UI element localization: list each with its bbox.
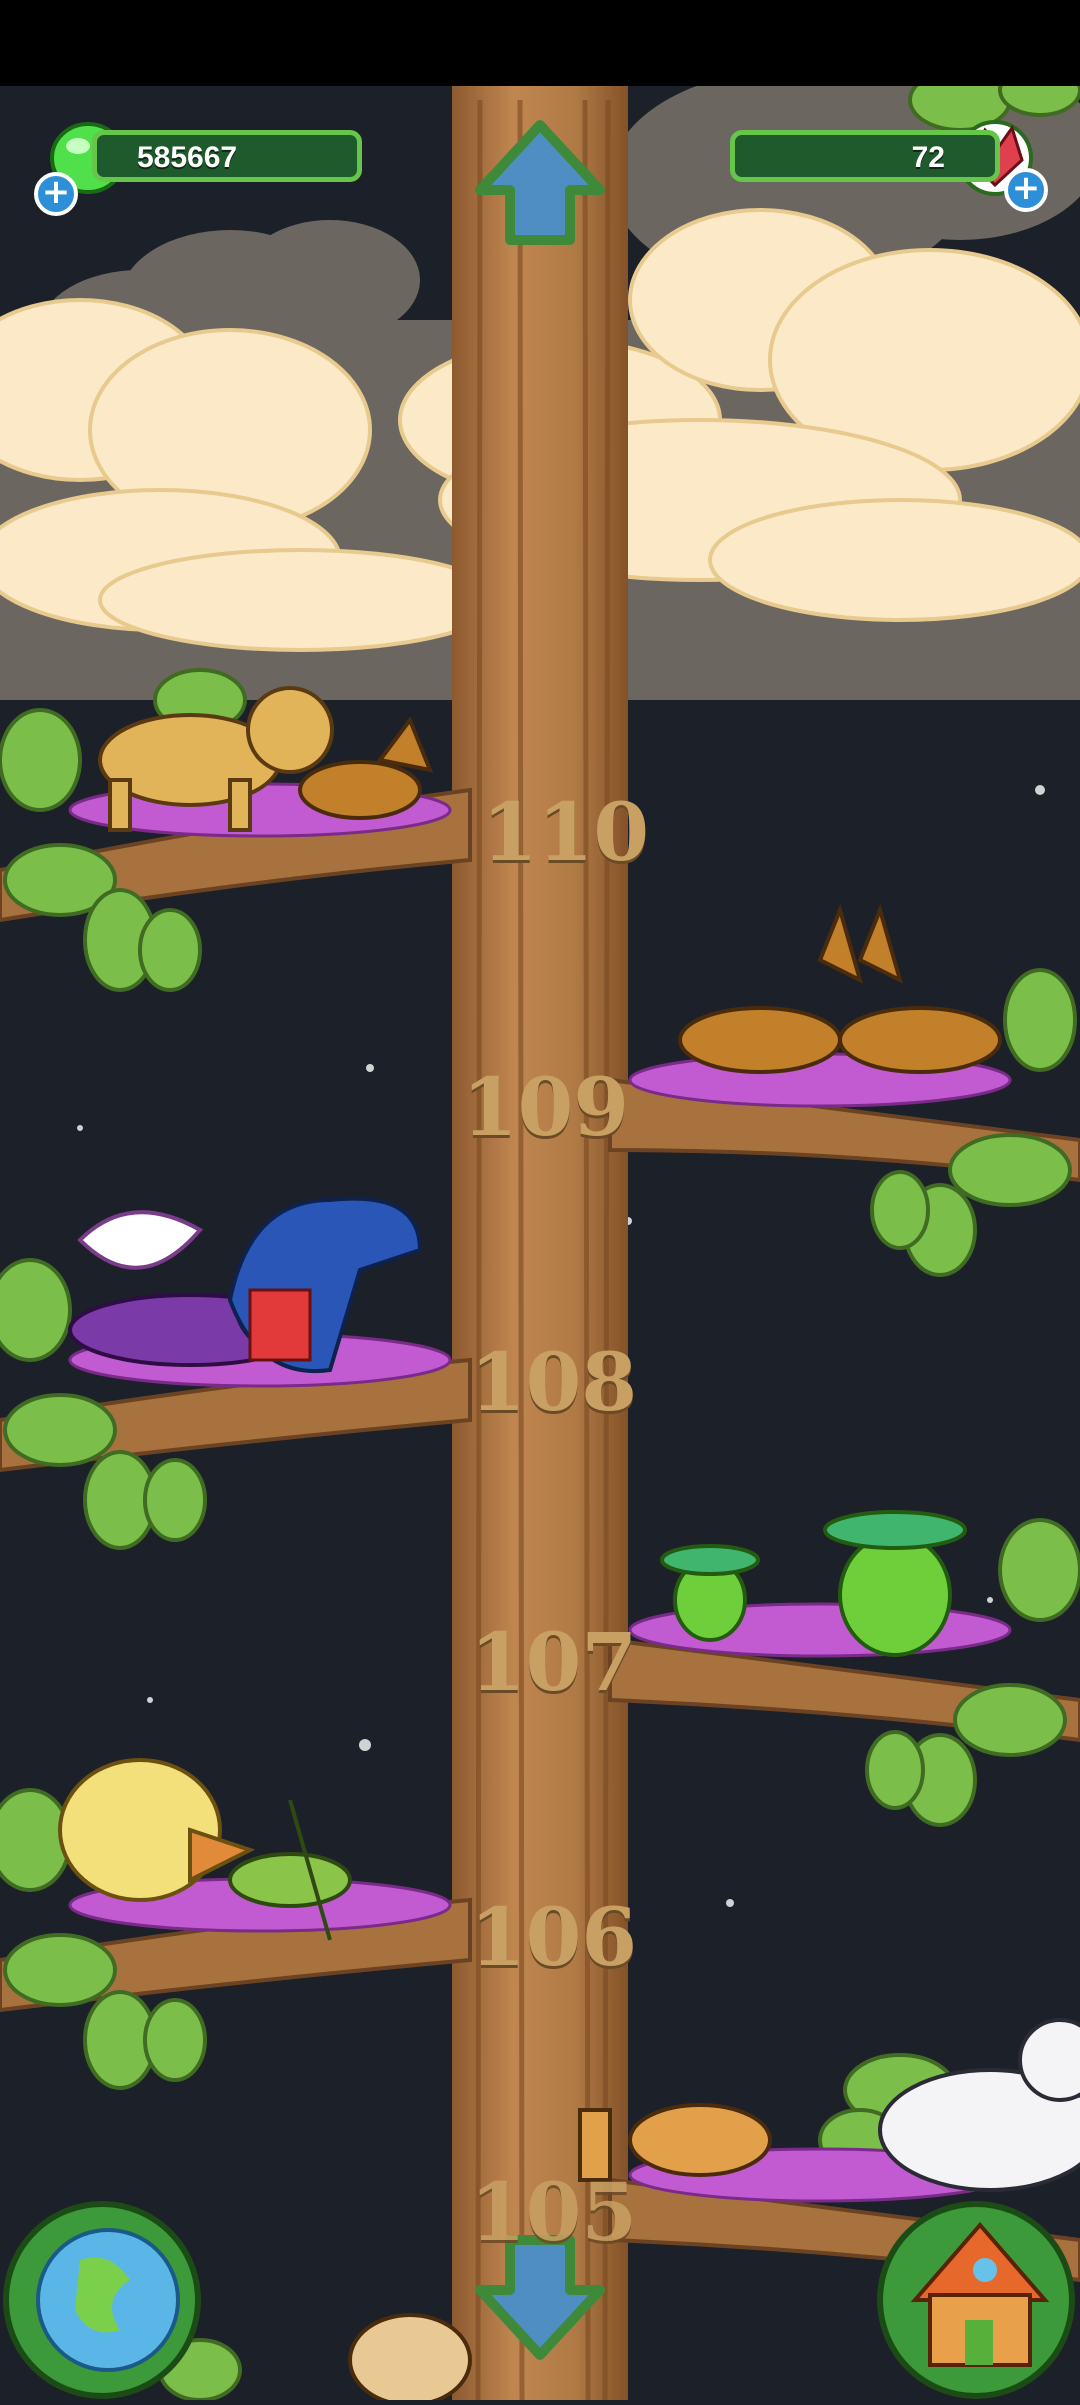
scene-art [0, 60, 1080, 2405]
green-gem-value: 585667 [137, 141, 238, 174]
white-tiger [878, 2018, 1080, 2192]
branch-level-105[interactable]: 105 [470, 2165, 637, 2259]
green-gem-counter: 585667 [92, 130, 362, 182]
red-gem-counter: 72 [730, 130, 1000, 182]
jackals-pair [678, 903, 1002, 1074]
home-button[interactable] [878, 2204, 1074, 2400]
status-bar [0, 0, 1080, 86]
red-gem-value: 72 [911, 141, 945, 174]
game-scene [0, 0, 1080, 2405]
branch-level-108[interactable]: 108 [470, 1335, 637, 1429]
scroll-up-button[interactable] [470, 115, 610, 255]
branch-level-110[interactable]: 110 [482, 785, 649, 879]
add-green-gems-button[interactable]: + [34, 172, 78, 216]
branch-level-107[interactable]: 107 [470, 1615, 637, 1709]
world-map-button[interactable] [6, 2204, 202, 2400]
add-red-gems-button[interactable]: + [1004, 168, 1048, 212]
branch-level-106[interactable]: 106 [470, 1890, 637, 1984]
branch-level-109[interactable]: 109 [462, 1060, 629, 1154]
bobcat [348, 2313, 472, 2405]
